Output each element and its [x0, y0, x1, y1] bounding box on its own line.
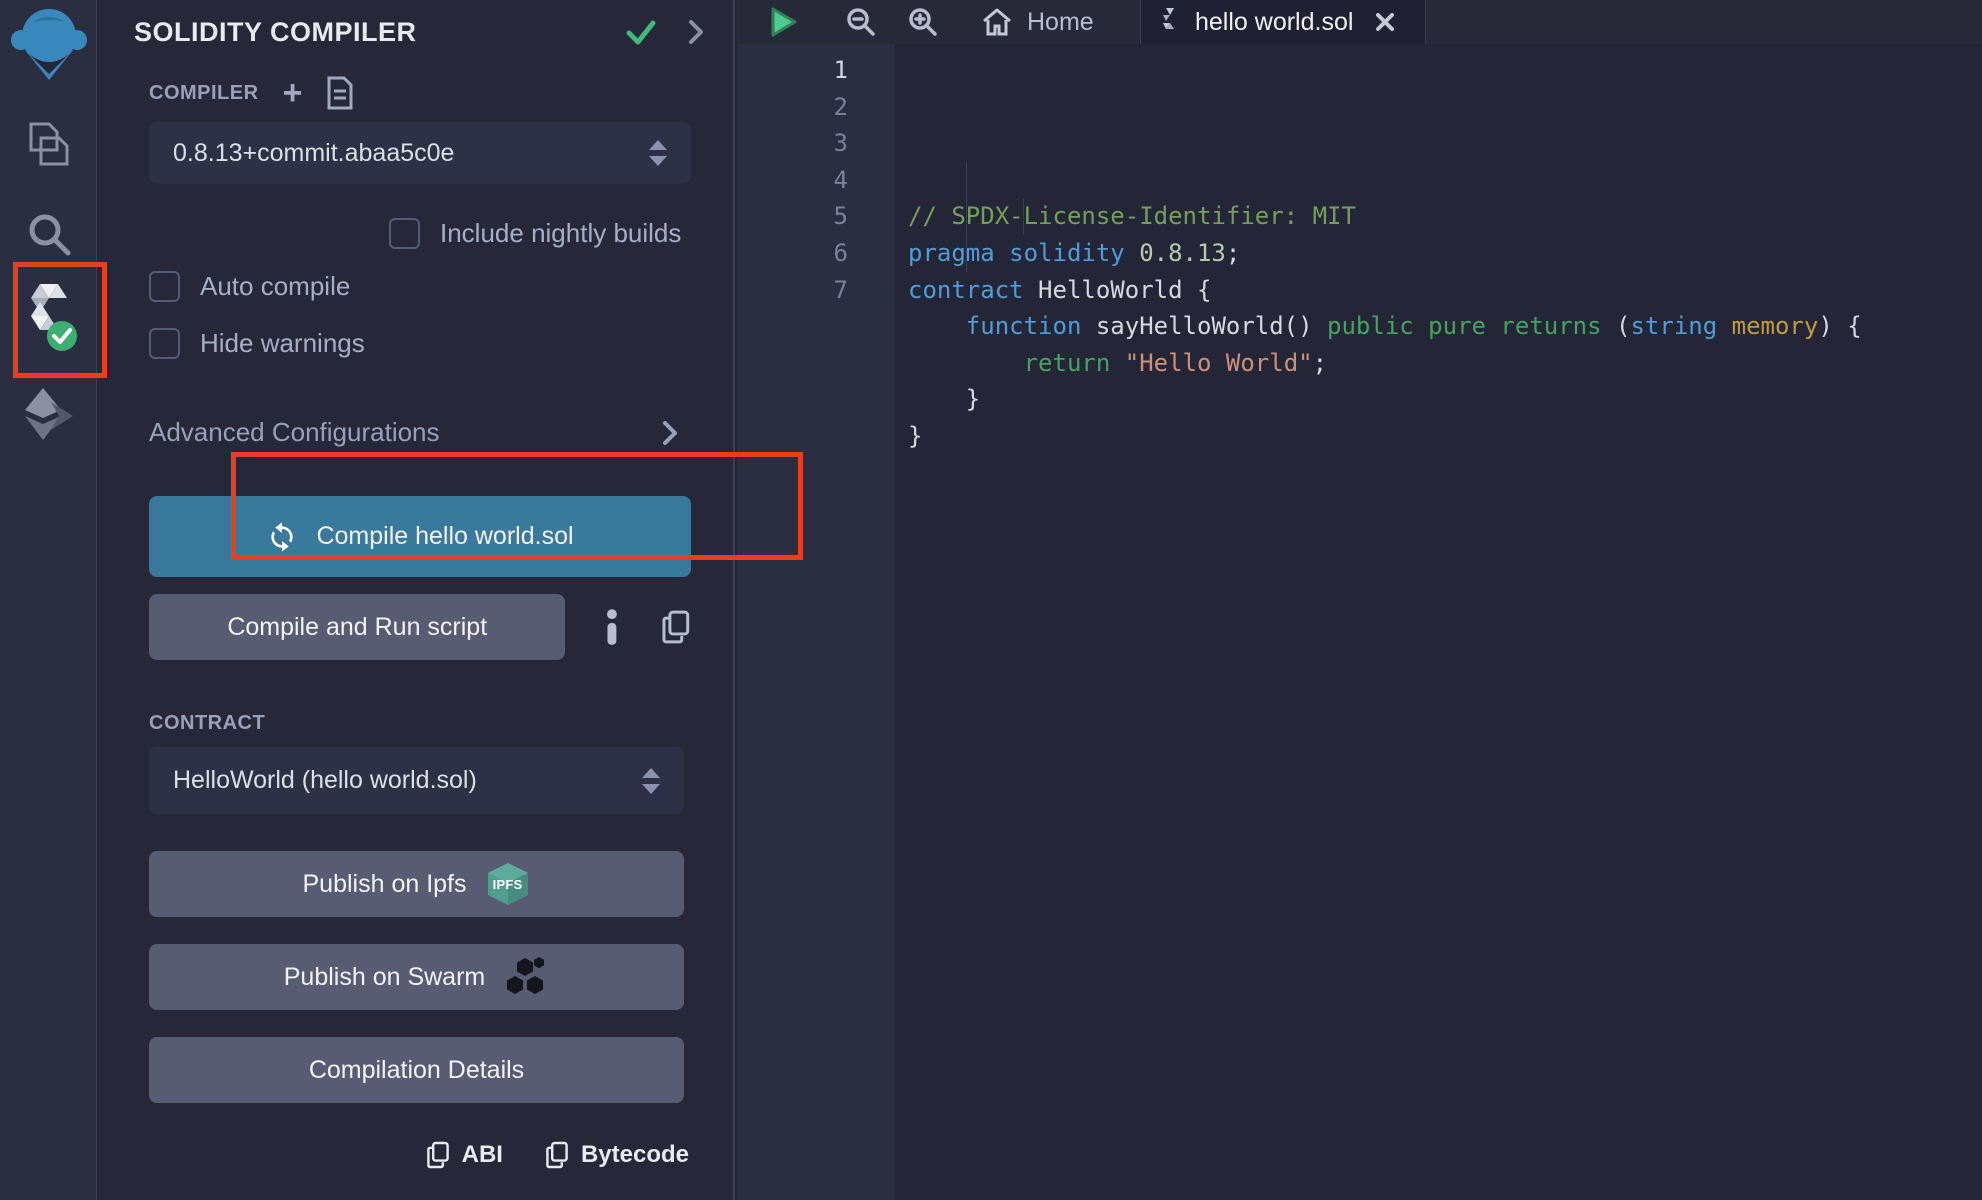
compile-and-run-button[interactable]: Compile and Run script	[149, 594, 565, 660]
advanced-chevron-right-icon	[661, 419, 679, 447]
publish-swarm-button[interactable]: Publish on Swarm	[149, 944, 684, 1010]
editor-tab-bar: Home hello world.sol	[737, 0, 1982, 44]
zoom-in-icon[interactable]	[907, 6, 939, 38]
swarm-icon	[503, 956, 549, 998]
copy-icon	[426, 1141, 450, 1169]
copy-icon	[545, 1141, 569, 1169]
file-explorer-icon[interactable]	[0, 120, 97, 170]
info-icon[interactable]	[605, 609, 619, 645]
select-caret-icon	[642, 768, 660, 794]
compile-button[interactable]: Compile hello world.sol	[149, 496, 691, 577]
select-caret-icon	[649, 140, 667, 166]
compiler-doc-icon[interactable]	[326, 76, 354, 110]
tab-home[interactable]: Home	[981, 7, 1094, 37]
include-nightly-label: Include nightly builds	[440, 218, 681, 249]
contract-select[interactable]: HelloWorld (hello world.sol)	[149, 747, 684, 814]
code-lines: // SPDX-License-Identifier: MITpragma so…	[908, 198, 1982, 454]
tab-hello-world-sol[interactable]: hello world.sol	[1140, 0, 1426, 44]
code-editor[interactable]: // SPDX-License-Identifier: MITpragma so…	[895, 44, 1982, 1200]
indent-guide	[1023, 199, 1024, 235]
deploy-run-icon[interactable]	[0, 388, 97, 440]
zoom-out-icon[interactable]	[845, 6, 877, 38]
remix-logo	[0, 8, 97, 82]
copy-abi-button[interactable]: ABI	[426, 1141, 503, 1169]
activity-bar	[0, 0, 97, 1200]
compilation-details-button[interactable]: Compilation Details	[149, 1037, 684, 1103]
panel-title: SOLIDITY COMPILER	[134, 17, 623, 48]
line-numbers: 1234567	[737, 44, 895, 1200]
ipfs-icon: IPFS	[485, 862, 531, 906]
include-nightly-checkbox[interactable]	[389, 218, 420, 249]
solidity-compiler-icon[interactable]	[0, 282, 97, 360]
advanced-configurations-label: Advanced Configurations	[149, 417, 440, 448]
indent-guide	[966, 162, 967, 272]
close-tab-icon[interactable]	[1373, 10, 1397, 34]
compiler-version-select[interactable]: 0.8.13+commit.abaa5c0e	[149, 122, 691, 184]
solidity-file-icon	[1159, 7, 1181, 37]
advanced-configurations-toggle[interactable]: Advanced Configurations	[149, 417, 691, 448]
copy-bytecode-button[interactable]: Bytecode	[545, 1141, 689, 1169]
hide-warnings-label: Hide warnings	[200, 328, 365, 359]
run-script-button[interactable]	[765, 4, 801, 40]
panel-chevron-right-icon[interactable]	[687, 18, 705, 46]
add-compiler-icon[interactable]: +	[283, 79, 303, 107]
auto-compile-label: Auto compile	[200, 271, 350, 302]
auto-compile-checkbox[interactable]	[149, 271, 180, 302]
compiled-check-icon	[623, 16, 659, 48]
editor-area: Home hello world.sol 1234567 // SPDX-Lic…	[737, 0, 1982, 1200]
publish-ipfs-button[interactable]: Publish on Ipfs IPFS	[149, 851, 684, 917]
hide-warnings-checkbox[interactable]	[149, 328, 180, 359]
home-icon	[981, 7, 1013, 37]
compiler-section-label: COMPILER	[149, 82, 259, 105]
solidity-compiler-panel: SOLIDITY COMPILER COMPILER + 0.8.13+comm…	[98, 0, 735, 1200]
compile-button-label: Compile hello world.sol	[316, 522, 573, 551]
refresh-icon	[266, 521, 298, 553]
contract-section-label: CONTRACT	[149, 712, 691, 735]
search-icon[interactable]	[0, 210, 97, 258]
copy-icon[interactable]	[661, 610, 691, 644]
